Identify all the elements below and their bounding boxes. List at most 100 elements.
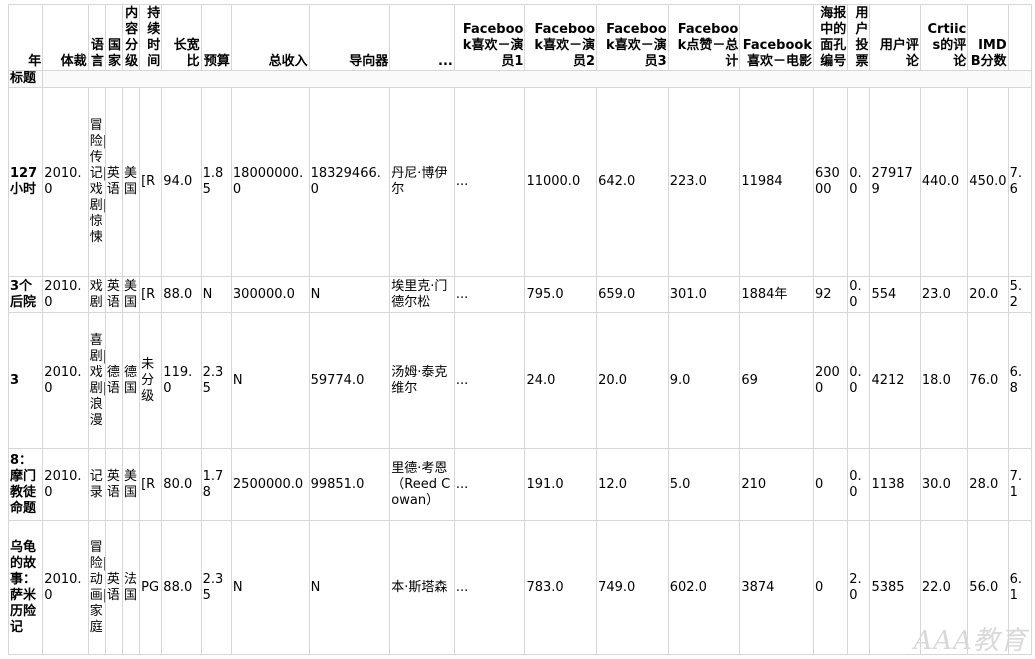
table-cell: 4212 xyxy=(869,312,921,449)
row-title: 127小时 xyxy=(7,87,44,277)
table-cell: 0.0 xyxy=(847,276,871,313)
table-cell: 英语 xyxy=(104,276,123,313)
table-cell: [R xyxy=(139,276,163,313)
table-cell: 英语 xyxy=(104,520,123,655)
table-cell: 1.85 xyxy=(200,87,232,277)
table-cell: 80.0 xyxy=(161,448,202,521)
table-cell: 279179 xyxy=(869,87,921,277)
table-cell: ... xyxy=(453,87,526,277)
table-cell: 2010.0 xyxy=(42,312,89,449)
col-header: 体裁 xyxy=(42,4,89,71)
table-cell: 丹尼·博伊尔 xyxy=(389,87,455,277)
table-cell: 英语 xyxy=(104,87,123,277)
table-cell: N xyxy=(308,276,391,313)
table-cell: 7.1 xyxy=(1007,448,1033,521)
table-cell: 2.35 xyxy=(200,312,232,449)
table-cell: 18329466.0 xyxy=(308,87,391,277)
table-cell: 0 xyxy=(812,448,849,521)
col-header: Facebook喜欢－电影 xyxy=(739,4,814,71)
table-cell: 冒险|动画|家庭 xyxy=(87,520,106,655)
column-header-row: 年 体裁 语言 国家 内容分级 持续时间 长宽比 预算 总收入 导向器 ... … xyxy=(7,4,1033,71)
table-cell: 30.0 xyxy=(919,448,969,521)
table-cell: 7.6 xyxy=(1007,87,1033,277)
table-cell: 602.0 xyxy=(667,520,741,655)
row-title: 乌龟的故事：萨米历险记 xyxy=(7,520,44,655)
table-cell: 2010.0 xyxy=(42,520,89,655)
table-row: 8：摩门教徒命题 2010.0 记录 英语 美国 [R 80.0 1.78 2500000.0 9… xyxy=(7,448,1033,521)
col-header: 长宽比 xyxy=(161,4,202,71)
table-cell: N xyxy=(230,520,310,655)
table-cell: 0.0 xyxy=(847,87,871,277)
table-cell: 191.0 xyxy=(524,448,598,521)
table-cell: 1884年 xyxy=(739,276,814,313)
table-cell: ... xyxy=(453,276,526,313)
table-cell: 戏剧 xyxy=(87,276,106,313)
table-cell: 6.8 xyxy=(1007,312,1033,449)
table-cell: 88.0 xyxy=(161,520,202,655)
table-cell: 12.0 xyxy=(596,448,669,521)
table-cell: 德语 xyxy=(104,312,123,449)
row-title: 3个后院 xyxy=(7,276,44,313)
table-cell: 63000 xyxy=(812,87,849,277)
table-cell: 24.0 xyxy=(524,312,598,449)
table-cell: 18.0 xyxy=(919,312,969,449)
table-cell: 94.0 xyxy=(161,87,202,277)
table-cell: 2.0 xyxy=(847,520,871,655)
table-cell: 554 xyxy=(869,276,921,313)
table-cell: N xyxy=(308,520,391,655)
table-cell: 冒险|传记|戏剧|惊悚 xyxy=(87,87,106,277)
table-cell: 英语 xyxy=(104,448,123,521)
table-cell: 2.35 xyxy=(200,520,232,655)
table-cell: 埃里克·门德尔松 xyxy=(389,276,455,313)
table-cell: 里德·考恩（Reed Cowan） xyxy=(389,448,455,521)
table-cell: 3874 xyxy=(739,520,814,655)
table-cell: N xyxy=(230,312,310,449)
col-header: 总收入 xyxy=(230,4,310,71)
table-cell: 659.0 xyxy=(596,276,669,313)
col-header: 持续时间 xyxy=(139,4,163,71)
col-header: ... xyxy=(389,4,455,71)
table-cell: 119.0 xyxy=(161,312,202,449)
table-cell: 0 xyxy=(812,520,849,655)
table-cell: 11000.0 xyxy=(524,87,598,277)
col-header: 预算 xyxy=(200,4,232,71)
table-cell: 223.0 xyxy=(667,87,741,277)
table-cell: 450.0 xyxy=(967,87,1009,277)
row-title: 8：摩门教徒命题 xyxy=(7,448,44,521)
table-cell: 59774.0 xyxy=(308,312,391,449)
watermark-logo: AAA教育 xyxy=(913,626,1027,656)
table-cell: 2500000.0 xyxy=(230,448,310,521)
table-cell: 18000000.0 xyxy=(230,87,310,277)
table-cell: N xyxy=(200,276,232,313)
table-cell: 795.0 xyxy=(524,276,598,313)
table-cell: 美国 xyxy=(121,276,141,313)
table-cell: 76.0 xyxy=(967,312,1009,449)
col-header: IMDB分数 xyxy=(967,4,1009,71)
table-cell: 未分级 xyxy=(139,312,163,449)
data-table: 年 体裁 语言 国家 内容分级 持续时间 长宽比 预算 总收入 导向器 ... … xyxy=(7,4,1033,655)
table-cell: PG xyxy=(139,520,163,655)
col-header: 导向器 xyxy=(308,4,391,71)
col-header xyxy=(1007,4,1033,71)
table-cell: 美国 xyxy=(121,87,141,277)
col-header: 用户评论 xyxy=(869,4,921,71)
table-cell: 法国 xyxy=(121,520,141,655)
table-cell: 德国 xyxy=(121,312,141,449)
table-cell: 5.0 xyxy=(667,448,741,521)
table-cell: 2000 xyxy=(812,312,849,449)
table-cell: 20.0 xyxy=(596,312,669,449)
index-name-row: 标题 xyxy=(7,70,1032,88)
table-cell: 642.0 xyxy=(596,87,669,277)
table-row: 32010.0喜剧|戏剧|浪漫德语德国未分级119.02.35N59774.0汤… xyxy=(7,312,1033,449)
row-title: 3 xyxy=(7,312,44,449)
table-cell: 99851.0 xyxy=(308,448,391,521)
index-name: 标题 xyxy=(7,70,44,88)
table-cell: 本·斯塔森 xyxy=(389,520,455,655)
table-body: 127小时2010.0冒险|传记|戏剧|惊悚英语美国[R94.01.851800… xyxy=(7,87,1033,655)
table-cell: 210 xyxy=(739,448,814,521)
table-row: 乌龟的故事：萨米历险记2010.0冒险|动画|家庭英语法国PG88.02.35N… xyxy=(7,520,1033,655)
table-cell: 9.0 xyxy=(667,312,741,449)
table-cell: ... xyxy=(453,448,526,521)
col-header: 用户投票 xyxy=(847,4,871,71)
table-cell: 69 xyxy=(739,312,814,449)
